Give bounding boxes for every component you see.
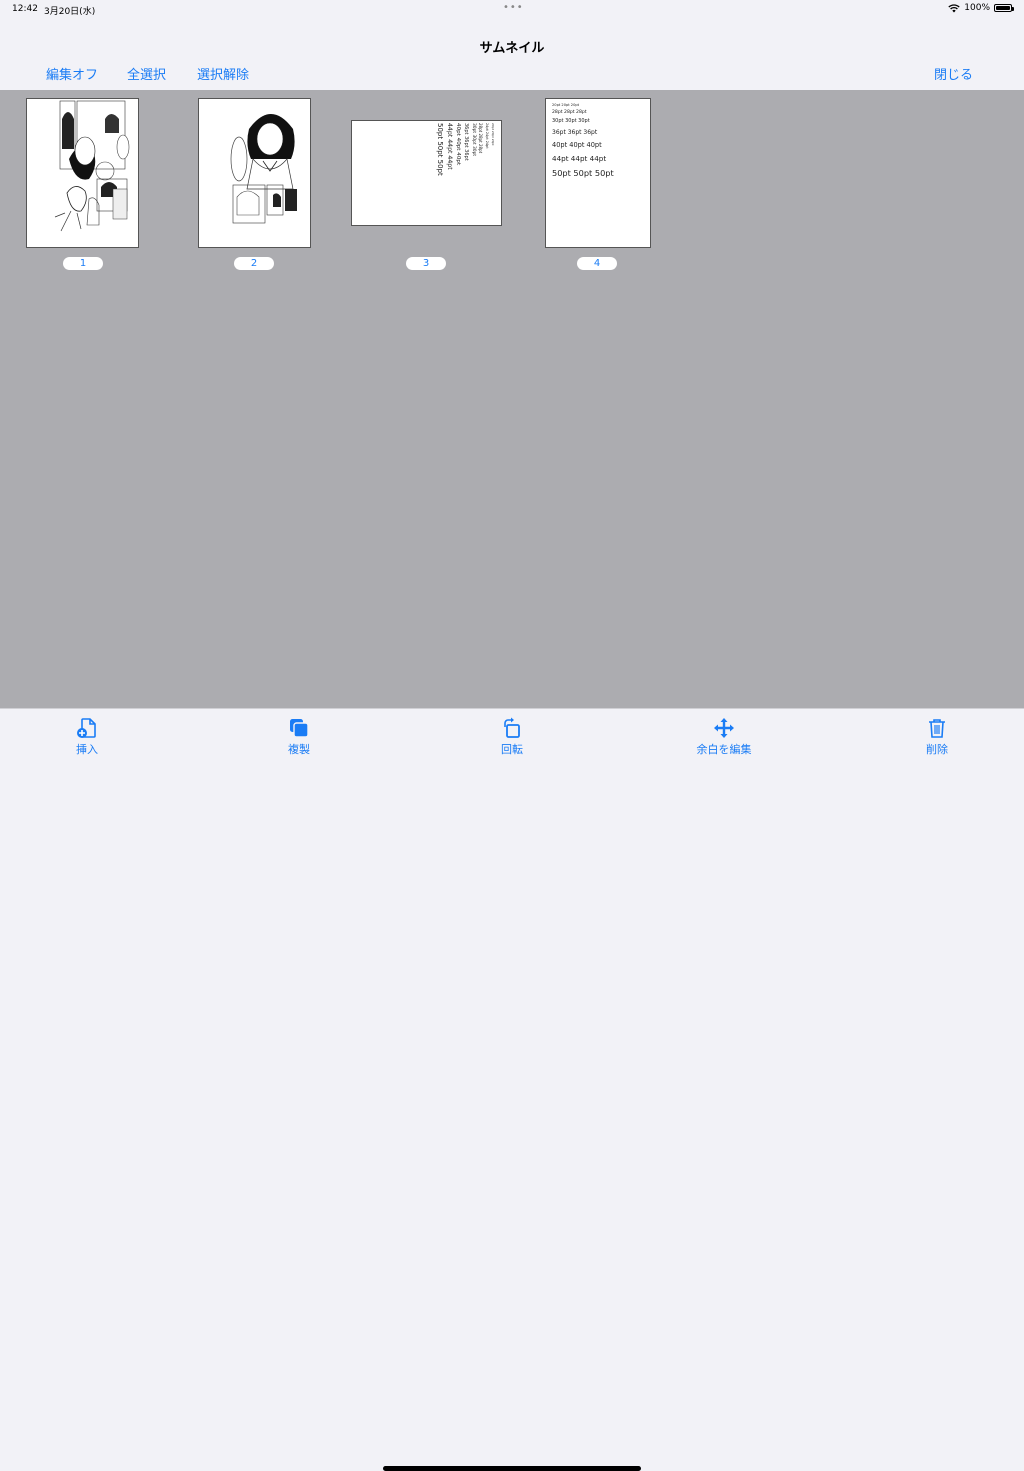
delete-label: 削除 xyxy=(926,743,948,756)
rotate-label: 回転 xyxy=(501,743,523,756)
page-text-line: 30pt 30pt 30pt xyxy=(471,123,476,157)
page-title: サムネイル xyxy=(479,41,545,56)
page-thumbnail-2[interactable] xyxy=(198,98,311,248)
page-text-line: 40pt 40pt 40pt xyxy=(552,141,602,149)
deselect-button[interactable]: 選択解除 xyxy=(197,64,249,83)
insert-label: 挿入 xyxy=(76,743,98,756)
battery-percent: 100% xyxy=(964,3,990,13)
status-bar: 12:42 3月20日(水) ••• 100% xyxy=(0,0,1024,20)
page-text-line: 20pt 20pt 20pt xyxy=(552,103,580,107)
page-text-content: 20pt 20pt 20pt 24pt 24pt 24pt 28pt 28pt 28… xyxy=(436,123,495,223)
status-right: 100% xyxy=(948,3,1014,13)
bottom-toolbar: 挿入 複製 回転 余白を編集 削除 xyxy=(0,708,1024,1471)
trash-icon xyxy=(929,719,945,738)
edit-margin-label: 余白を編集 xyxy=(696,743,752,756)
duplicate-label: 複製 xyxy=(288,743,310,756)
page-text-line: 30pt 30pt 30pt xyxy=(552,118,590,124)
page-text-line: 20pt 20pt 20pt xyxy=(491,123,495,146)
page-text-line: 44pt 44pt 44pt xyxy=(552,154,607,163)
thumbnail-grid: 1 2 20pt 20pt 20pt 24pt 24pt 24pt 28pt 28p… xyxy=(0,90,1024,708)
rotate-icon xyxy=(504,717,520,738)
page-text-line: 44pt 44pt 44pt xyxy=(446,123,453,170)
page-text-line: 50pt 50pt 50pt xyxy=(436,123,444,176)
status-date: 3月20日(水) xyxy=(44,7,96,17)
duplicate-icon xyxy=(290,719,309,738)
page-text-line: 50pt 50pt 50pt xyxy=(552,168,614,178)
page-text-line: 24pt 24pt 24pt xyxy=(485,123,489,149)
page-text-line: 40pt 40pt 40pt xyxy=(455,123,461,166)
page-text-line: 36pt 36pt 36pt xyxy=(552,129,598,136)
page-thumbnail-3[interactable]: 20pt 20pt 20pt 24pt 24pt 24pt 28pt 28pt 28… xyxy=(351,120,502,226)
page-number-badge: 3 xyxy=(406,257,446,270)
page-thumbnail-1[interactable] xyxy=(26,98,139,248)
page-text-line: 28pt 28pt 28pt xyxy=(478,123,483,154)
insert-page-icon xyxy=(77,718,96,738)
page-text-line: 28pt 28pt 28pt xyxy=(552,110,587,115)
page-thumbnail-4[interactable]: 20pt 20pt 20pt 28pt 28pt 28pt 30pt 30pt 30… xyxy=(545,98,651,248)
manga-page-image xyxy=(230,114,297,224)
multitasking-dots[interactable]: ••• xyxy=(503,2,524,13)
page-number-badge: 4 xyxy=(577,257,617,270)
close-button[interactable]: 閉じる xyxy=(934,64,973,83)
page-number-badge: 1 xyxy=(63,257,103,270)
wifi-icon xyxy=(948,3,960,12)
page-text-content: 20pt 20pt 20pt 28pt 28pt 28pt 30pt 30pt 30… xyxy=(552,103,614,183)
select-all-button[interactable]: 全選択 xyxy=(127,64,166,83)
manga-page-image xyxy=(54,100,130,232)
move-arrows-icon xyxy=(714,718,734,738)
rotate-button[interactable]: 回転 xyxy=(467,717,557,757)
edit-margin-button[interactable]: 余白を編集 xyxy=(679,717,769,757)
page-text-line: 36pt 36pt 36pt xyxy=(463,123,469,161)
insert-button[interactable]: 挿入 xyxy=(42,717,132,757)
page-number-badge: 2 xyxy=(234,257,274,270)
navigation-bar: サムネイル 編集オフ 全選択 選択解除 閉じる xyxy=(0,20,1024,90)
status-time: 12:42 xyxy=(12,4,38,14)
delete-button[interactable]: 削除 xyxy=(892,717,982,757)
battery-icon xyxy=(994,4,1014,12)
edit-off-button[interactable]: 編集オフ xyxy=(46,64,98,83)
home-indicator[interactable] xyxy=(383,1466,641,1471)
duplicate-button[interactable]: 複製 xyxy=(254,717,344,757)
